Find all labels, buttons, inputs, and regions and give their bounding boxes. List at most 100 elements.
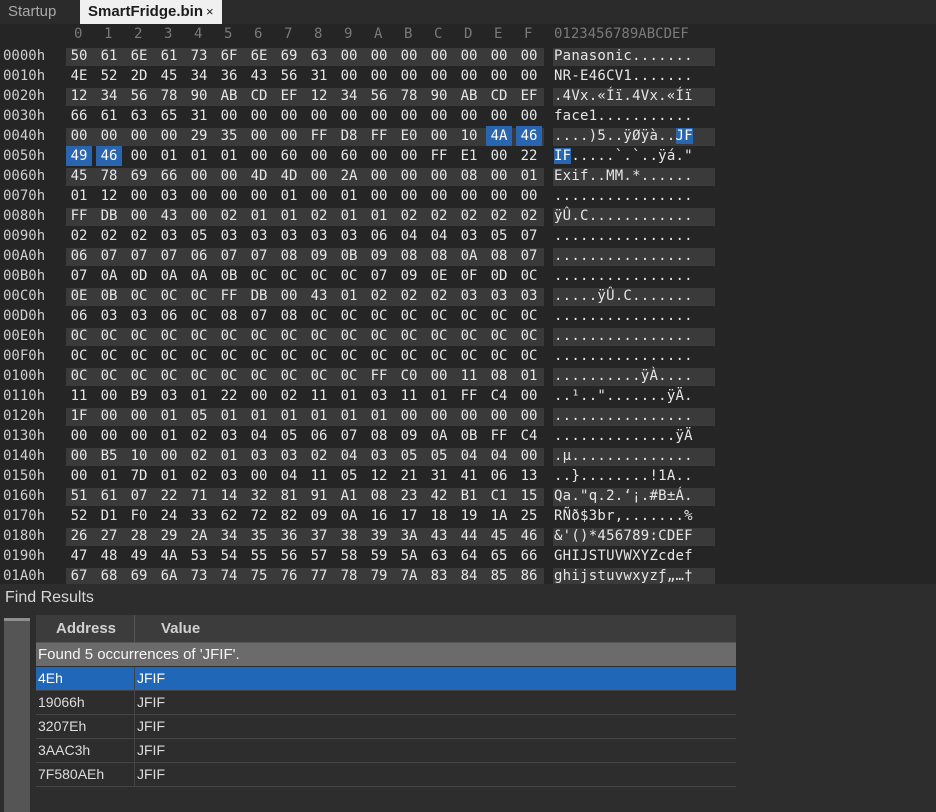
hex-byte[interactable]: 00 (426, 46, 452, 66)
ascii-text[interactable]: ................ (554, 406, 693, 426)
hex-byte[interactable]: 36 (216, 66, 242, 86)
hex-byte[interactable]: 00 (66, 446, 92, 466)
hex-byte[interactable]: 63 (126, 106, 152, 126)
hex-byte[interactable]: 0D (486, 266, 512, 286)
hex-byte[interactable]: 43 (306, 286, 332, 306)
hex-byte[interactable]: 09 (396, 266, 422, 286)
hex-byte[interactable]: 47 (66, 546, 92, 566)
hex-byte[interactable]: 09 (306, 506, 332, 526)
hex-byte[interactable]: 08 (486, 246, 512, 266)
hex-byte[interactable]: 24 (156, 506, 182, 526)
hex-byte[interactable]: 45 (66, 166, 92, 186)
hex-byte[interactable]: EF (276, 86, 302, 106)
hex-byte[interactable]: 35 (246, 526, 272, 546)
hex-byte[interactable]: 00 (246, 186, 272, 206)
hex-byte[interactable]: 02 (186, 466, 212, 486)
hex-byte[interactable]: 0C (276, 326, 302, 346)
hex-byte[interactable]: 01 (276, 406, 302, 426)
hex-byte[interactable]: 06 (186, 246, 212, 266)
hex-byte[interactable]: 34 (216, 526, 242, 546)
hex-byte[interactable]: A1 (336, 486, 362, 506)
hex-byte[interactable]: 00 (516, 186, 542, 206)
hex-byte[interactable]: 0C (306, 266, 332, 286)
hex-byte[interactable]: 02 (276, 386, 302, 406)
hex-byte[interactable]: 0C (66, 366, 92, 386)
hex-byte[interactable]: 00 (516, 66, 542, 86)
hex-byte[interactable]: 0C (456, 346, 482, 366)
hex-byte[interactable]: 0C (126, 366, 152, 386)
hex-byte[interactable]: 01 (216, 406, 242, 426)
hex-byte[interactable]: 0A (336, 506, 362, 526)
hex-byte[interactable]: 42 (426, 486, 452, 506)
ascii-selection[interactable]: JF (675, 128, 693, 144)
hex-byte[interactable]: 00 (336, 66, 362, 86)
hex-byte[interactable]: 00 (246, 386, 272, 406)
hex-byte[interactable]: 59 (366, 546, 392, 566)
hex-byte[interactable]: 07 (366, 266, 392, 286)
hex-byte[interactable]: 0C (306, 306, 332, 326)
hex-byte[interactable]: 00 (96, 406, 122, 426)
hex-byte[interactable]: 01 (336, 286, 362, 306)
hex-byte[interactable]: 06 (66, 246, 92, 266)
hex-byte[interactable]: 56 (126, 86, 152, 106)
hex-byte[interactable]: 07 (126, 486, 152, 506)
hex-byte[interactable]: 69 (126, 166, 152, 186)
hex-byte[interactable]: 74 (216, 566, 242, 584)
hex-byte[interactable]: 02 (396, 286, 422, 306)
hex-byte[interactable]: 0C (456, 306, 482, 326)
ascii-text[interactable]: NR-E46CV1....... (554, 66, 693, 86)
hex-byte[interactable]: 01 (306, 406, 332, 426)
ascii-text[interactable]: .....ÿÛ.C....... (554, 286, 693, 306)
hex-byte[interactable]: 07 (516, 246, 542, 266)
hex-byte[interactable]: 7A (396, 566, 422, 584)
hex-byte[interactable]: 08 (276, 306, 302, 326)
hex-byte[interactable]: AB (216, 86, 242, 106)
hex-byte[interactable]: 0C (96, 346, 122, 366)
hex-byte[interactable]: 51 (66, 486, 92, 506)
hex-byte[interactable]: 00 (126, 146, 152, 166)
hex-byte[interactable]: 73 (186, 46, 212, 66)
hex-byte[interactable]: 00 (366, 186, 392, 206)
hex-byte[interactable]: FF (366, 366, 392, 386)
hex-byte[interactable]: 0C (216, 346, 242, 366)
hex-byte[interactable]: 02 (516, 206, 542, 226)
hex-byte[interactable]: 0C (246, 366, 272, 386)
hex-byte[interactable]: 01 (336, 186, 362, 206)
hex-byte[interactable]: 03 (156, 226, 182, 246)
hex-byte[interactable]: C4 (486, 386, 512, 406)
hex-byte[interactable]: 19 (456, 506, 482, 526)
hex-byte[interactable]: 02 (216, 206, 242, 226)
ascii-text[interactable]: ..........ÿÀ.... (554, 366, 693, 386)
hex-byte[interactable]: D8 (336, 126, 362, 146)
hex-byte[interactable]: E1 (456, 146, 482, 166)
hex-byte[interactable]: 04 (246, 426, 272, 446)
hex-byte[interactable]: 0C (516, 306, 542, 326)
hex-byte[interactable]: 43 (246, 66, 272, 86)
hex-byte[interactable]: 22 (516, 146, 542, 166)
hex-byte[interactable]: 27 (96, 526, 122, 546)
hex-byte[interactable]: 04 (276, 466, 302, 486)
hex-byte[interactable]: 60 (276, 146, 302, 166)
hex-byte[interactable]: DB (96, 206, 122, 226)
hex-byte[interactable]: 03 (366, 386, 392, 406)
hex-byte[interactable]: 84 (456, 566, 482, 584)
hex-byte[interactable]: 01 (66, 186, 92, 206)
hex-byte[interactable]: 0B (336, 246, 362, 266)
hex-byte[interactable]: 07 (66, 266, 92, 286)
hex-byte[interactable]: 00 (366, 46, 392, 66)
ascii-text[interactable]: ..............ÿÄ (554, 426, 693, 446)
hex-byte[interactable]: 63 (306, 46, 332, 66)
hex-byte[interactable]: 00 (366, 66, 392, 86)
hex-byte[interactable]: 02 (126, 226, 152, 246)
hex-byte[interactable]: 00 (246, 146, 272, 166)
hex-byte[interactable]: 06 (66, 306, 92, 326)
hex-byte[interactable]: 07 (246, 246, 272, 266)
ascii-text[interactable]: ................ (554, 246, 693, 266)
hex-byte[interactable]: 0B (96, 286, 122, 306)
hex-byte[interactable]: 4D (276, 166, 302, 186)
hex-byte[interactable]: CD (486, 86, 512, 106)
hex-byte[interactable]: 62 (216, 506, 242, 526)
hex-byte[interactable]: 00 (336, 46, 362, 66)
hex-byte[interactable]: 03 (336, 226, 362, 246)
hex-byte[interactable]: 26 (66, 526, 92, 546)
